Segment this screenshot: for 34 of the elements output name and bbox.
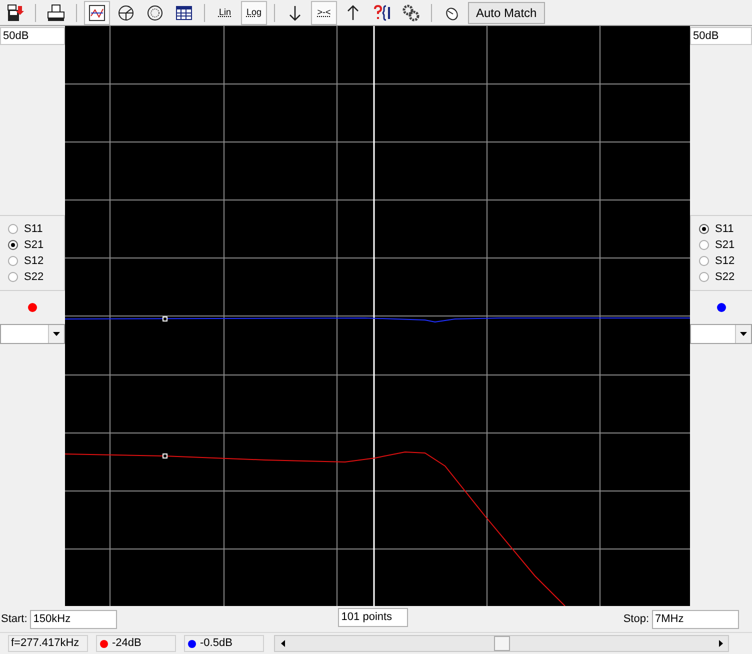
dropdown-arrow-icon <box>53 332 60 336</box>
parameter-radio[interactable]: S11 <box>691 221 752 237</box>
auto-match-button[interactable]: Auto Match <box>468 2 545 24</box>
stop-field[interactable]: 7MHz <box>652 610 739 629</box>
toolbar-toggle[interactable]: Lin <box>212 0 238 24</box>
dropdown-arrow-icon <box>740 332 747 336</box>
toolbar-toggle[interactable]: >-< <box>311 0 337 24</box>
marker[interactable] <box>162 316 168 322</box>
toolbar-toggle[interactable]: Log <box>241 0 267 24</box>
scale-field[interactable]: 50dB <box>0 27 65 45</box>
parameter-radio[interactable]: S12 <box>691 253 752 269</box>
start-field[interactable]: 150kHz <box>30 610 118 629</box>
frequency-readout: f=277.417kHz <box>8 635 88 652</box>
parameter-radio[interactable]: S21 <box>0 237 64 253</box>
start-label: Start: <box>1 612 28 628</box>
marker[interactable] <box>162 454 168 458</box>
trace-dropdown[interactable] <box>690 324 752 344</box>
parameter-radio[interactable]: S12 <box>0 253 64 269</box>
level-readout: -0.5dB <box>200 636 232 652</box>
right-arrow-icon[interactable] <box>718 640 722 647</box>
scroll-thumb[interactable] <box>494 636 510 651</box>
parameter-radio[interactable]: S21 <box>691 237 752 253</box>
parameter-radio[interactable]: S22 <box>691 269 752 285</box>
chart-icon[interactable] <box>84 0 110 24</box>
scrollbar[interactable] <box>274 635 729 652</box>
left-arrow-icon[interactable] <box>280 640 284 647</box>
level-readout: -24dB <box>112 636 142 652</box>
cursor-line[interactable] <box>373 26 375 606</box>
stop-label: Stop: <box>623 612 649 628</box>
points-field[interactable]: 101 points <box>338 608 408 626</box>
parameter-radio[interactable]: S22 <box>0 269 64 285</box>
trace-dropdown[interactable] <box>0 324 65 344</box>
parameter-radio[interactable]: S11 <box>0 221 64 237</box>
scale-field[interactable]: 50dB <box>690 27 752 45</box>
